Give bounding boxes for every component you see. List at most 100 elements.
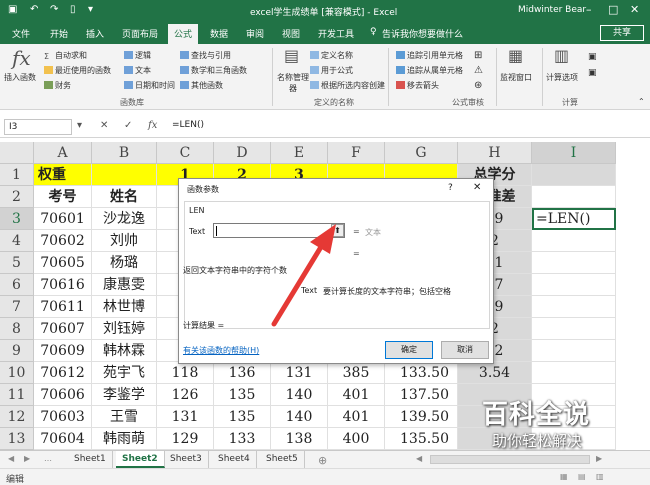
tab-developer[interactable]: 开发工具 [318, 27, 354, 40]
next-sheet-icon[interactable]: ▶ [24, 454, 30, 463]
cell-e10[interactable]: 131 [271, 362, 328, 384]
cell-i3[interactable]: =LEN() [532, 208, 616, 230]
tab-home[interactable]: 开始 [50, 27, 68, 40]
cell-f13[interactable]: 400 [328, 428, 385, 450]
cell-g11[interactable]: 137.50 [385, 384, 458, 406]
ok-button[interactable]: 确定 [385, 341, 433, 359]
horizontal-scrollbar[interactable] [430, 455, 590, 464]
cell-i9[interactable] [532, 340, 616, 362]
name-box[interactable]: I3 [4, 119, 72, 135]
save-icon[interactable]: ▣ [8, 4, 17, 15]
more-functions-button[interactable]: 其他函数 [180, 80, 223, 91]
row-header-2[interactable]: 2 [0, 186, 34, 208]
recent-functions-button[interactable]: 最近使用的函数 [44, 65, 111, 76]
autosum-button[interactable]: Σ 自动求和 [44, 50, 87, 61]
row-header-11[interactable]: 11 [0, 384, 34, 406]
cell-a11[interactable]: 70606 [34, 384, 92, 406]
add-sheet-icon[interactable]: ⊕ [318, 454, 327, 467]
cell-a9[interactable]: 70609 [34, 340, 92, 362]
row-header-1[interactable]: 1 [0, 164, 34, 186]
select-all-corner[interactable] [0, 142, 34, 164]
row-header-9[interactable]: 9 [0, 340, 34, 362]
namebox-dropdown-icon[interactable]: ▾ [77, 120, 82, 131]
sheet-tab-4[interactable]: Sheet4 [212, 451, 257, 468]
row-header-4[interactable]: 4 [0, 230, 34, 252]
normal-view-icon[interactable]: ▦ [560, 472, 568, 481]
tab-insert[interactable]: 插入 [86, 27, 104, 40]
sheet-tab-3[interactable]: Sheet3 [164, 451, 209, 468]
column-header-g[interactable]: G [385, 142, 458, 164]
page-layout-view-icon[interactable]: ▤ [578, 472, 586, 481]
financial-button[interactable]: 财务 [44, 80, 71, 91]
formula-input[interactable]: =LEN() [172, 120, 204, 130]
row-header-10[interactable]: 10 [0, 362, 34, 384]
cell-a5[interactable]: 70605 [34, 252, 92, 274]
cell-a12[interactable]: 70603 [34, 406, 92, 428]
cell-b7[interactable]: 林世博 [92, 296, 157, 318]
column-header-a[interactable]: A [34, 142, 92, 164]
cell-d10[interactable]: 136 [214, 362, 271, 384]
cell-e13[interactable]: 138 [271, 428, 328, 450]
dialog-help-icon[interactable]: ? [448, 183, 453, 193]
cell-f10[interactable]: 385 [328, 362, 385, 384]
cell-a7[interactable]: 70611 [34, 296, 92, 318]
page-break-view-icon[interactable]: ▥ [596, 472, 604, 481]
column-header-h[interactable]: H [458, 142, 532, 164]
row-header-5[interactable]: 5 [0, 252, 34, 274]
cell-g13[interactable]: 135.50 [385, 428, 458, 450]
column-header-i[interactable]: I [532, 142, 616, 164]
cell-i4[interactable] [532, 230, 616, 252]
cell-b11[interactable]: 李鉴学 [92, 384, 157, 406]
row-header-12[interactable]: 12 [0, 406, 34, 428]
cell-i1[interactable] [532, 164, 616, 186]
cell-i8[interactable] [532, 318, 616, 340]
cell-a13[interactable]: 70604 [34, 428, 92, 450]
calc-options-button[interactable]: 计算选项 [546, 72, 578, 83]
tab-formulas[interactable]: 公式 [168, 24, 199, 44]
tab-view[interactable]: 视图 [282, 27, 300, 40]
datetime-button[interactable]: 日期和时间 [124, 80, 175, 91]
cell-i7[interactable] [532, 296, 616, 318]
lookup-button[interactable]: 查找与引用 [180, 50, 231, 61]
cell-b8[interactable]: 刘钰婷 [92, 318, 157, 340]
cell-b13[interactable]: 韩雨萌 [92, 428, 157, 450]
cell-d13[interactable]: 133 [214, 428, 271, 450]
column-header-d[interactable]: D [214, 142, 271, 164]
row-header-8[interactable]: 8 [0, 318, 34, 340]
cell-f12[interactable]: 401 [328, 406, 385, 428]
cell-a8[interactable]: 70607 [34, 318, 92, 340]
cell-b5[interactable]: 杨璐 [92, 252, 157, 274]
define-name-button[interactable]: 定义名称 [310, 50, 353, 61]
column-header-e[interactable]: E [271, 142, 328, 164]
cell-i5[interactable] [532, 252, 616, 274]
cell-b2[interactable]: 姓名 [92, 186, 157, 208]
calc-sheet-icon[interactable]: ▣ [588, 68, 597, 78]
cell-b9[interactable]: 韩林霖 [92, 340, 157, 362]
calculator-icon[interactable]: ▥ [554, 46, 569, 65]
cell-h10[interactable]: 3.54 [458, 362, 532, 384]
cell-b4[interactable]: 刘帅 [92, 230, 157, 252]
trace-precedents-button[interactable]: 追踪引用单元格 [396, 50, 463, 61]
column-header-f[interactable]: F [328, 142, 385, 164]
name-manager-button[interactable]: 名称管理器 [276, 72, 310, 94]
create-from-selection-button[interactable]: 根据所选内容创建 [310, 80, 385, 91]
cell-b1[interactable] [92, 164, 157, 186]
cell-a2[interactable]: 考号 [34, 186, 92, 208]
cell-c12[interactable]: 131 [157, 406, 214, 428]
insert-function-fx-icon[interactable]: fx [148, 120, 157, 131]
sheet-tab-1[interactable]: Sheet1 [68, 451, 113, 468]
row-header-7[interactable]: 7 [0, 296, 34, 318]
tab-file[interactable]: 文件 [12, 27, 30, 40]
remove-arrows-button[interactable]: 移去箭头 [396, 80, 439, 91]
error-checking-icon[interactable]: ⚠ [474, 65, 483, 76]
cell-c13[interactable]: 129 [157, 428, 214, 450]
prev-sheet-icon[interactable]: ◀ [8, 454, 14, 463]
function-help-link[interactable]: 有关该函数的帮助(H) [183, 345, 259, 356]
watch-window-button[interactable]: 监视窗口 [500, 72, 532, 83]
row-header-3[interactable]: 3 [0, 208, 34, 230]
maximize-icon[interactable]: □ [608, 3, 618, 16]
name-manager-icon[interactable]: ▤ [284, 46, 299, 65]
cell-d11[interactable]: 135 [214, 384, 271, 406]
cell-i2[interactable] [532, 186, 616, 208]
tab-review[interactable]: 审阅 [246, 27, 264, 40]
